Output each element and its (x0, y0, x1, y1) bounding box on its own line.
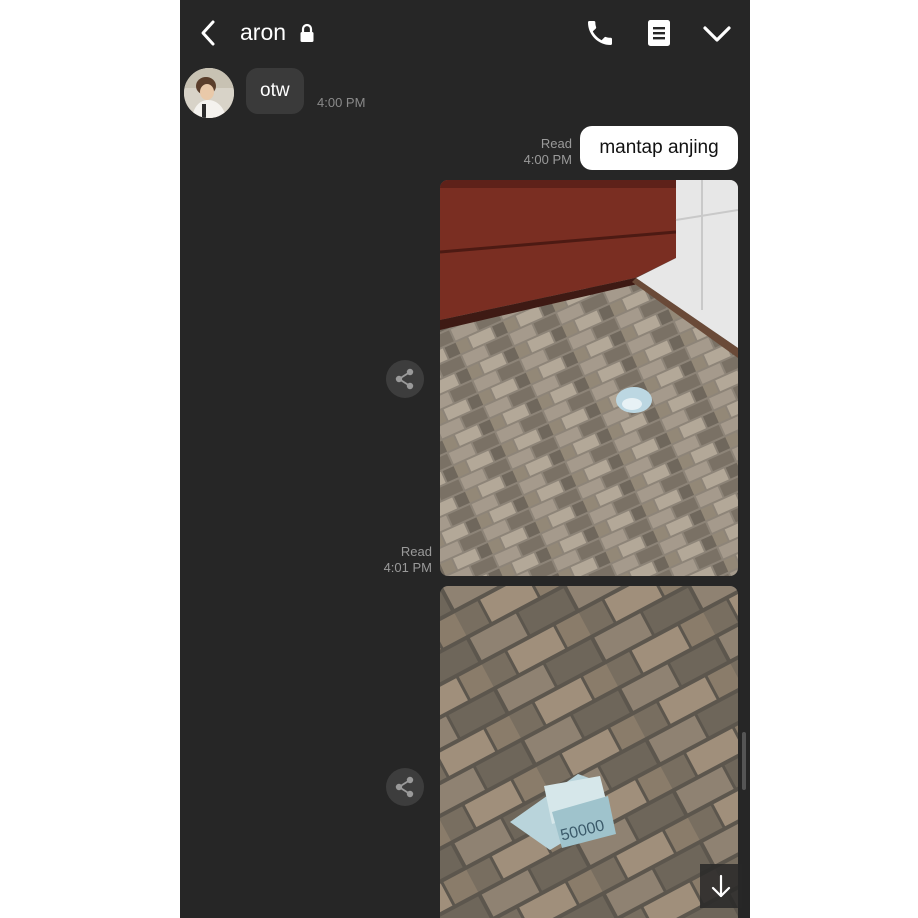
outgoing-message-bubble[interactable]: mantap anjing (580, 126, 738, 170)
incoming-message-bubble[interactable]: otw (246, 68, 304, 114)
dropdown-menu-button[interactable] (701, 20, 733, 48)
back-icon (201, 20, 215, 46)
message-meta: Read 4:00 PM (498, 136, 572, 168)
share-button[interactable] (386, 360, 424, 398)
message-meta: Read 4:01 PM (358, 544, 432, 576)
share-button[interactable] (386, 768, 424, 806)
chat-header: aron (180, 0, 750, 66)
message-time: 4:00 PM (523, 152, 572, 167)
back-button[interactable] (194, 18, 224, 48)
read-status: Read (540, 136, 572, 151)
lock-icon (299, 23, 315, 43)
share-icon (395, 368, 414, 390)
share-icon (395, 776, 414, 798)
chevron-down-icon (703, 26, 731, 42)
notes-icon (648, 20, 670, 46)
photo-message[interactable]: 50000 (440, 586, 738, 918)
arrow-down-icon (711, 874, 731, 898)
chat-screen: aron otw 4:00 PM Read 4:00 PM mantap anj… (180, 0, 750, 918)
phone-icon (588, 21, 612, 45)
incoming-message-time: 4:00 PM (317, 95, 366, 110)
message-time: 4:01 PM (383, 560, 432, 575)
contact-avatar[interactable] (184, 68, 234, 118)
scrollbar[interactable] (742, 732, 746, 790)
scroll-to-bottom-button[interactable] (700, 864, 742, 908)
photo-message[interactable] (440, 180, 738, 576)
chat-title[interactable]: aron (240, 19, 286, 46)
read-status: Read (400, 544, 432, 559)
call-button[interactable] (584, 17, 616, 49)
notes-button[interactable] (646, 18, 672, 48)
